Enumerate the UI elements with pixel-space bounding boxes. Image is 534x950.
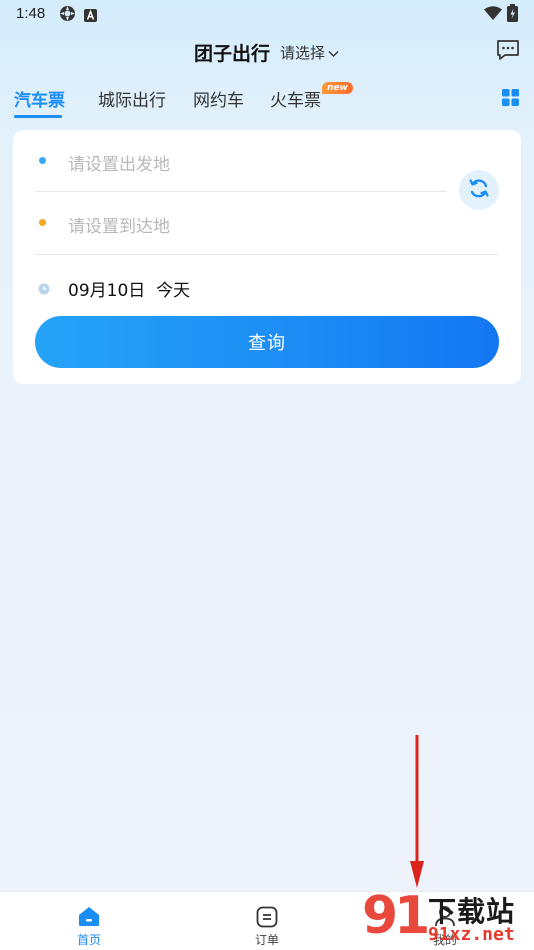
divider [35, 254, 499, 255]
category-tabs: 汽车票 城际出行 网约车 火车票 new [0, 82, 534, 122]
date-value: 09月10日 [68, 281, 146, 301]
arrival-dot [39, 219, 46, 226]
nav-label-orders: 订单 [254, 933, 279, 947]
chevron-down-icon [328, 44, 339, 62]
keyboard-a-icon [84, 7, 97, 26]
home-icon [78, 906, 100, 931]
date-picker[interactable]: 09月10日 今天 [68, 276, 190, 301]
clock-icon [38, 280, 50, 299]
query-button[interactable]: 查询 [35, 316, 499, 368]
new-badge: new [322, 82, 353, 94]
tab-train-ticket[interactable]: 火车票 [270, 86, 321, 111]
battery-icon [507, 4, 518, 26]
watermark-url: 91xz.net [428, 924, 515, 945]
divider [35, 191, 447, 192]
date-note: 今天 [156, 281, 191, 301]
app-header: 团子出行 请选择 [0, 30, 534, 72]
tab-ride-hailing[interactable]: 网约车 [193, 86, 244, 111]
status-time: 1:48 [16, 5, 46, 22]
active-tab-indicator [14, 115, 62, 118]
watermark-logo: 91 下载站 91xz.net [362, 886, 534, 950]
arrival-field[interactable]: 请设置到达地 [68, 212, 170, 237]
sync-icon [59, 5, 76, 26]
swap-button[interactable] [459, 170, 499, 210]
tab-intercity[interactable]: 城际出行 [98, 86, 166, 111]
nav-item-home[interactable]: 首页 [39, 892, 139, 950]
grid-menu-icon[interactable] [502, 89, 519, 110]
annotation-arrow-icon [407, 735, 427, 894]
departure-dot [39, 157, 46, 164]
order-icon [256, 906, 278, 932]
nav-label-home: 首页 [76, 933, 101, 947]
city-select[interactable]: 请选择 [280, 42, 339, 63]
status-bar: 1:48 [0, 0, 534, 28]
tab-bus-ticket[interactable]: 汽车票 [14, 86, 65, 111]
nav-item-orders[interactable]: 订单 [217, 892, 317, 950]
wifi-icon [484, 6, 502, 25]
swap-icon [468, 177, 490, 203]
message-icon[interactable] [496, 39, 520, 65]
app-title: 团子出行 [194, 43, 271, 65]
departure-field[interactable]: 请设置出发地 [68, 150, 170, 175]
watermark-brand: 91 [362, 886, 430, 946]
city-select-label: 请选择 [280, 44, 326, 62]
search-card: 请设置出发地 请设置到达地 09月10日 今天 查询 [13, 130, 521, 384]
